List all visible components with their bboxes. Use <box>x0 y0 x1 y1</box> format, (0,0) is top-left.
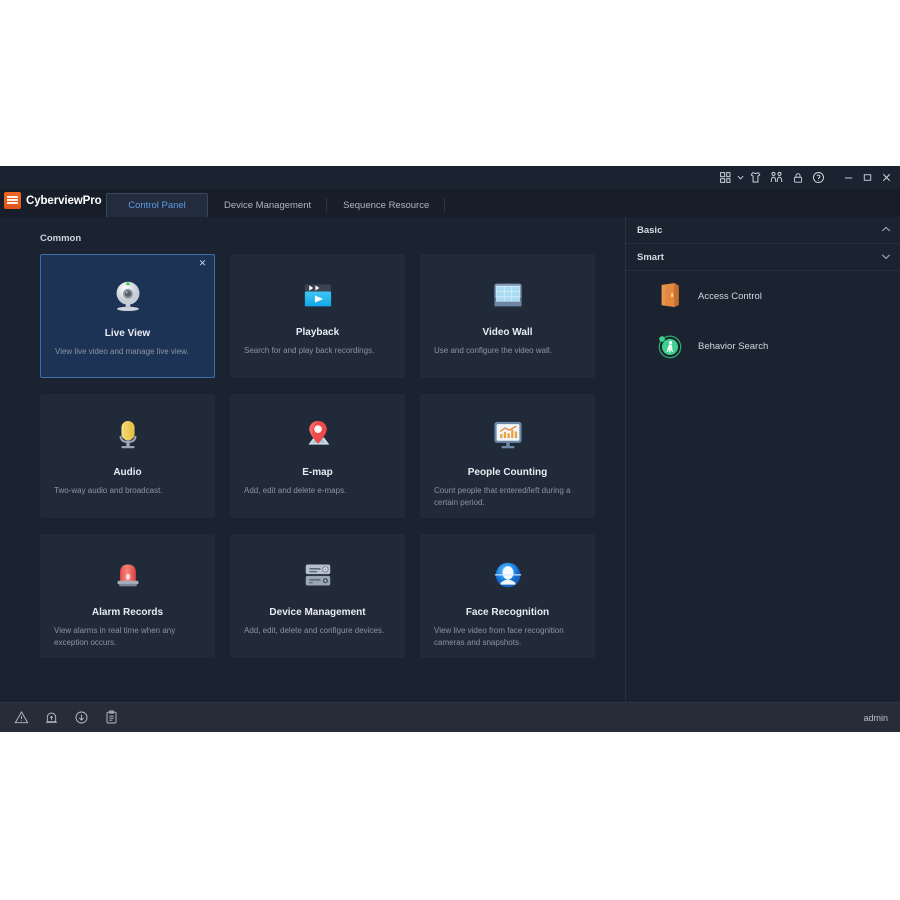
card-title: Alarm Records <box>91 607 164 618</box>
siren-icon <box>100 550 156 600</box>
tab-bar: Control Panel Device Management Sequence… <box>106 193 446 217</box>
card-description: View live video from face recognition ca… <box>434 626 564 647</box>
card-e-map[interactable]: E-map Add, edit and delete e-maps. <box>230 394 405 518</box>
sidebar-group-label: Basic <box>637 224 663 236</box>
card-title: Face Recognition <box>465 607 550 618</box>
clapperboard-play-icon <box>290 270 346 320</box>
tab-device-management[interactable]: Device Management <box>208 193 328 217</box>
tab-control-panel[interactable]: Control Panel <box>106 193 208 217</box>
card-playback[interactable]: Playback Search for and play back record… <box>230 254 405 378</box>
microphone-icon <box>100 410 156 460</box>
card-description: Search for and play back recordings. <box>244 346 375 355</box>
maximize-button[interactable] <box>858 167 877 188</box>
orange-square-logo-icon <box>4 192 21 209</box>
clipboard-log-icon[interactable] <box>96 703 126 733</box>
card-title: E-map <box>302 467 333 478</box>
door-icon <box>656 280 684 312</box>
alarm-upload-icon[interactable] <box>36 703 66 733</box>
minimize-button[interactable] <box>839 167 858 188</box>
sidebar-item-access-control[interactable]: Access Control <box>626 271 900 321</box>
sidebar-group-basic[interactable]: Basic <box>626 217 900 244</box>
status-bar: admin <box>0 702 900 732</box>
close-icon[interactable]: ✕ <box>197 259 208 270</box>
sidebar-item-label: Behavior Search <box>698 340 769 352</box>
card-face-recognition[interactable]: Face Recognition View live video from fa… <box>420 534 595 658</box>
card-live-view[interactable]: ✕ Live View View live video and manage l… <box>40 254 215 378</box>
card-description: Two-way audio and broadcast. <box>54 486 163 495</box>
download-icon[interactable] <box>66 703 96 733</box>
card-title: Device Management <box>269 607 366 618</box>
card-description: View alarms in real time when any except… <box>54 626 176 647</box>
sidebar-group-smart[interactable]: Smart <box>626 244 900 271</box>
lock-icon[interactable] <box>787 167 808 188</box>
tab-sequence-resource[interactable]: Sequence Resource <box>327 193 446 217</box>
card-people-counting[interactable]: People Counting Count people that entere… <box>420 394 595 518</box>
card-title: Playback <box>295 327 340 338</box>
card-title: Video Wall <box>482 327 533 338</box>
close-button[interactable] <box>877 167 896 188</box>
webcam-icon <box>100 271 156 321</box>
alarm-shirt-icon[interactable] <box>745 167 766 188</box>
warning-triangle-icon[interactable] <box>6 703 36 733</box>
server-gear-icon <box>290 550 346 600</box>
card-description: View live video and manage live view. <box>55 347 189 356</box>
title-bar-icon-group <box>715 166 896 189</box>
help-icon[interactable] <box>808 167 829 188</box>
brand: CyberviewPro <box>4 192 102 209</box>
card-device-management[interactable]: Device Management Add, edit, delete and … <box>230 534 405 658</box>
sidebar-item-label: Access Control <box>698 290 762 302</box>
menu-bar: CyberviewPro Control Panel Device Manage… <box>0 189 900 217</box>
current-user-label: admin <box>863 712 888 723</box>
application-window: CyberviewPro Control Panel Device Manage… <box>0 166 900 732</box>
card-description: Count people that entered/left during a … <box>434 486 571 507</box>
layout-grid-icon[interactable] <box>715 167 736 188</box>
card-description: Add, edit and delete e-maps. <box>244 486 347 495</box>
chevron-down-icon[interactable] <box>736 167 745 188</box>
people-icon[interactable] <box>766 167 787 188</box>
monitor-chart-icon <box>480 410 536 460</box>
card-title: People Counting <box>467 467 548 478</box>
video-wall-icon <box>480 270 536 320</box>
main-pane: Common ✕ Live View View live video and m… <box>0 217 625 702</box>
tab-divider <box>444 198 446 212</box>
chevron-up-icon <box>881 225 891 235</box>
brand-name: CyberviewPro <box>26 194 102 207</box>
map-pin-icon <box>290 410 346 460</box>
card-title: Live View <box>104 328 151 339</box>
tab-label: Sequence Resource <box>343 199 430 211</box>
tab-label: Device Management <box>224 199 312 211</box>
title-bar <box>0 166 900 189</box>
body-row: Common ✕ Live View View live video and m… <box>0 217 900 702</box>
card-description: Use and configure the video wall. <box>434 346 552 355</box>
card-alarm-records[interactable]: Alarm Records View alarms in real time w… <box>40 534 215 658</box>
card-audio[interactable]: Audio Two-way audio and broadcast. <box>40 394 215 518</box>
page-title: Common <box>40 233 82 244</box>
card-title: Audio <box>113 467 142 478</box>
tab-label: Control Panel <box>128 200 186 211</box>
sidebar-group-label: Smart <box>637 251 664 263</box>
card-video-wall[interactable]: Video Wall Use and configure the video w… <box>420 254 595 378</box>
card-description: Add, edit, delete and configure devices. <box>244 626 385 635</box>
right-sidebar: Basic Smart Access Control Behavior Sear… <box>625 217 900 702</box>
sidebar-item-behavior-search[interactable]: Behavior Search <box>626 321 900 371</box>
face-recognition-icon <box>480 550 536 600</box>
common-card-grid: ✕ Live View View live video and manage l… <box>40 254 625 658</box>
walking-person-icon <box>656 330 684 362</box>
chevron-down-icon <box>881 252 891 262</box>
